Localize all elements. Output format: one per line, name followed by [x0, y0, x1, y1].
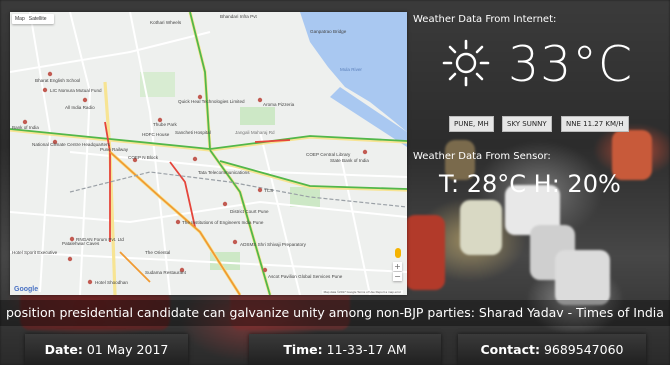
map-label: National Climate Centre Headquarters	[32, 142, 110, 147]
time-label: Time:	[283, 342, 323, 357]
temperature-reading: 33°C	[508, 36, 634, 93]
map-label: TCS	[264, 188, 274, 193]
date-display: Date: 01 May 2017	[25, 334, 188, 365]
map-label: Mula River	[340, 67, 362, 72]
map-label: Aroma Pizzeria	[263, 102, 295, 107]
map-label: Sudama Restaurant	[145, 270, 186, 275]
map-label: Hotel Sporit Executive	[12, 250, 58, 255]
sunny-icon	[442, 39, 490, 87]
time-value: 11-33-17 AM	[326, 342, 407, 357]
news-ticker-text[interactable]: position presidential candidate can galv…	[6, 305, 664, 320]
car-shape	[405, 215, 445, 290]
map-label: COEP Central Library	[306, 152, 351, 157]
map-type-satellite-button[interactable]: Satellite	[29, 16, 47, 22]
time-display: Time: 11-33-17 AM	[249, 334, 441, 365]
map-label: District Court Pune	[230, 209, 269, 214]
news-ticker: position presidential candidate can galv…	[0, 300, 670, 326]
google-map[interactable]: Kothari Wheels Bhandari Infra Pvt Ganpat…	[10, 12, 407, 295]
map-label: ADSMS Shri Shivaji Preparatory	[240, 242, 306, 247]
map-label: Quick Heal Technologies Limited	[178, 99, 245, 104]
car-shape	[555, 250, 610, 305]
map-label: The Institutions of Engineers India Pune	[182, 220, 264, 225]
map-label: All India Radio	[65, 105, 95, 110]
contact-label: Contact:	[480, 342, 540, 357]
location-badge: PUNE, MH	[449, 116, 494, 132]
map-label: Kothari Wheels	[150, 20, 182, 25]
contact-display: Contact: 9689547060	[458, 334, 646, 365]
map-label: LIC Nomura Mutual Fund	[50, 88, 102, 93]
map-label: COEP N Block	[128, 155, 159, 160]
map-label: Tata Telecommunications	[198, 170, 250, 175]
map-label: Bharat English School	[35, 78, 81, 83]
map-type-control: Map Satellite	[12, 14, 54, 24]
map-label: Hotel Shoodhan	[95, 280, 128, 285]
map-label: Ascot Pavilion Global Services Pune	[268, 274, 343, 279]
internet-weather-title: Weather Data From Internet:	[413, 14, 557, 25]
map-label: Sancheti Hospital	[175, 130, 211, 135]
condition-badge: SKY SUNNY	[502, 116, 552, 132]
map-label: Patalehwar Caves	[62, 241, 100, 246]
google-logo: Google	[14, 286, 39, 293]
map-label: Bank of India	[12, 125, 39, 130]
date-value: 01 May 2017	[86, 342, 169, 357]
zoom-in-button[interactable]: +	[393, 262, 402, 271]
map-label: The Oriental	[145, 250, 171, 255]
map-label: Bhandari Infra Pvt	[220, 14, 257, 19]
sensor-weather-title: Weather Data From Sensor:	[413, 151, 551, 162]
map-label: State Bank of India	[330, 158, 369, 163]
zoom-out-button[interactable]: −	[393, 272, 402, 281]
map-label: HDFC House	[142, 132, 170, 137]
map-label: Thube Park	[153, 122, 177, 127]
pegman-icon[interactable]	[395, 248, 401, 258]
map-label: Jangali Maharaj Rd	[235, 130, 275, 135]
map-label: Ganpatrao Bridge	[310, 29, 347, 34]
sensor-reading: T: 28°C H: 20%	[439, 170, 621, 198]
contact-value: 9689547060	[543, 342, 624, 357]
map-attribution[interactable]: Map data ©2017 Google Terms of Use Repor…	[321, 290, 403, 294]
map-label: Pune Railway	[100, 147, 129, 152]
wind-badge: NNE 11.27 KM/H	[561, 116, 629, 132]
date-label: Date:	[44, 342, 83, 357]
map-type-map-button[interactable]: Map	[15, 16, 25, 22]
car-shape	[460, 200, 502, 255]
